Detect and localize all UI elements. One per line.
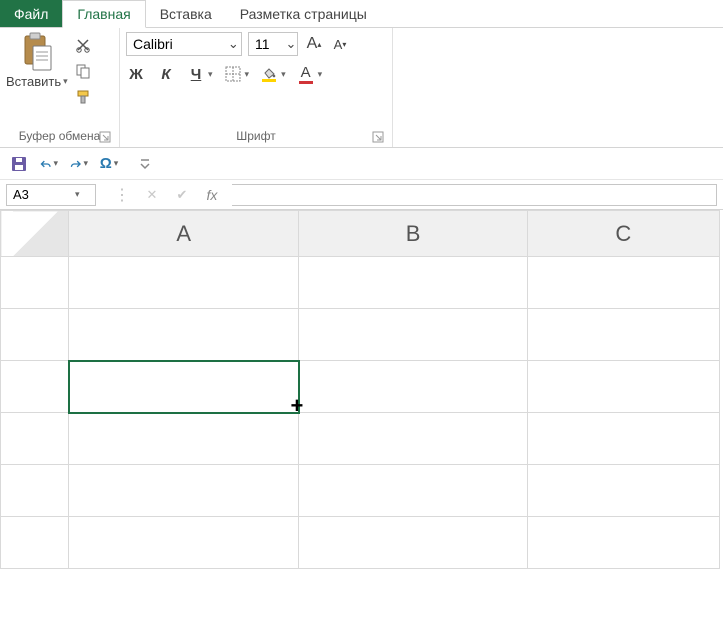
name-box-input[interactable] [7,187,75,202]
dialog-launcher-icon[interactable] [372,131,384,143]
cancel-formula-button[interactable]: ✕ [144,187,160,203]
chevron-down-icon[interactable]: ▾ [281,69,286,80]
save-button[interactable] [10,155,28,173]
copy-button[interactable] [74,62,92,80]
cell[interactable] [69,413,299,465]
borders-icon [223,64,243,84]
group-clipboard-label: Буфер обмена [19,129,101,143]
group-font-label: Шрифт [236,129,275,143]
chevron-down-icon[interactable]: ⌄ [226,36,241,52]
italic-button[interactable]: К [156,64,176,84]
cell-selected[interactable]: + [69,361,299,413]
bucket-icon [259,64,279,84]
name-box[interactable]: ▾ [6,184,96,206]
cell[interactable] [527,517,719,569]
group-clipboard: Вставить ▾ Буфер обмена [0,28,120,147]
increase-font-button[interactable]: A▴ [304,34,324,54]
row-header[interactable] [1,361,69,413]
formula-bar: ▾ ⋮ ✕ ✔ fx [0,180,723,210]
select-all-corner[interactable] [1,211,69,257]
row-header[interactable] [1,257,69,309]
ribbon: Вставить ▾ Буфер обмена [0,28,723,148]
cell[interactable] [527,413,719,465]
cell[interactable] [527,465,719,517]
chevron-down-icon[interactable]: ▾ [75,189,84,200]
undo-button[interactable]: ▾ [40,155,58,173]
cell[interactable] [299,517,527,569]
chevron-down-icon[interactable]: ▾ [208,69,213,80]
quick-access-toolbar: ▾ ▾ Ω ▾ [0,148,723,180]
formula-input[interactable] [232,184,717,206]
dialog-launcher-icon[interactable] [99,131,111,143]
font-size-combo[interactable]: ⌄ [248,32,298,56]
font-size-input[interactable] [249,36,285,52]
cell[interactable] [299,465,527,517]
column-header-b[interactable]: B [299,211,527,257]
redo-button[interactable]: ▾ [70,155,88,173]
row-header[interactable] [1,413,69,465]
borders-button[interactable]: ▾ [223,64,250,84]
tab-file[interactable]: Файл [0,0,62,27]
cell[interactable] [69,309,299,361]
bold-button[interactable]: Ж [126,64,146,84]
cell[interactable] [299,413,527,465]
accept-formula-button[interactable]: ✔ [174,187,190,203]
paste-label: Вставить [6,74,61,89]
cell[interactable] [69,517,299,569]
row-header[interactable] [1,517,69,569]
menu-tabs: Файл Главная Вставка Разметка страницы [0,0,723,28]
cell[interactable] [299,257,527,309]
group-font: ⌄ ⌄ A▴ A▾ Ж К Ч ▾ [120,28,393,147]
qat-customize-button[interactable] [136,155,154,173]
font-name-input[interactable] [127,36,226,52]
tab-insert[interactable]: Вставка [146,0,226,27]
tab-home[interactable]: Главная [62,0,145,28]
cut-button[interactable] [74,36,92,54]
row-header[interactable] [1,465,69,517]
cell[interactable] [69,257,299,309]
chevron-down-icon[interactable]: ▾ [53,158,58,169]
chevron-down-icon[interactable]: ⌄ [285,36,297,52]
cell[interactable] [527,257,719,309]
chevron-down-icon[interactable]: ▾ [114,158,119,169]
cell[interactable] [299,361,527,413]
fill-color-button[interactable]: ▾ [259,64,286,84]
font-color-button[interactable]: A ▾ [296,64,323,84]
chevron-down-icon[interactable]: ▾ [83,158,88,169]
column-header-c[interactable]: C [527,211,719,257]
range-dots-icon[interactable]: ⋮ [114,187,130,203]
symbol-button[interactable]: Ω ▾ [100,155,118,173]
chevron-down-icon[interactable]: ▾ [318,69,323,80]
clipboard-icon [19,32,55,72]
decrease-font-button[interactable]: A▾ [330,34,350,54]
cell[interactable] [527,309,719,361]
worksheet-grid[interactable]: A B C + [0,210,723,569]
cell[interactable] [299,309,527,361]
font-name-combo[interactable]: ⌄ [126,32,242,56]
chevron-down-icon[interactable]: ▾ [63,76,68,87]
row-header[interactable] [1,309,69,361]
chevron-down-icon[interactable]: ▾ [245,69,250,80]
fx-button[interactable]: fx [204,187,220,203]
fill-handle-icon[interactable]: + [291,395,304,417]
underline-button[interactable]: Ч ▾ [186,64,213,84]
cell[interactable] [69,465,299,517]
format-painter-button[interactable] [74,88,92,106]
cell[interactable] [527,361,719,413]
paste-button[interactable]: Вставить ▾ [6,32,68,89]
tab-page-layout[interactable]: Разметка страницы [226,0,381,27]
column-header-a[interactable]: A [69,211,299,257]
